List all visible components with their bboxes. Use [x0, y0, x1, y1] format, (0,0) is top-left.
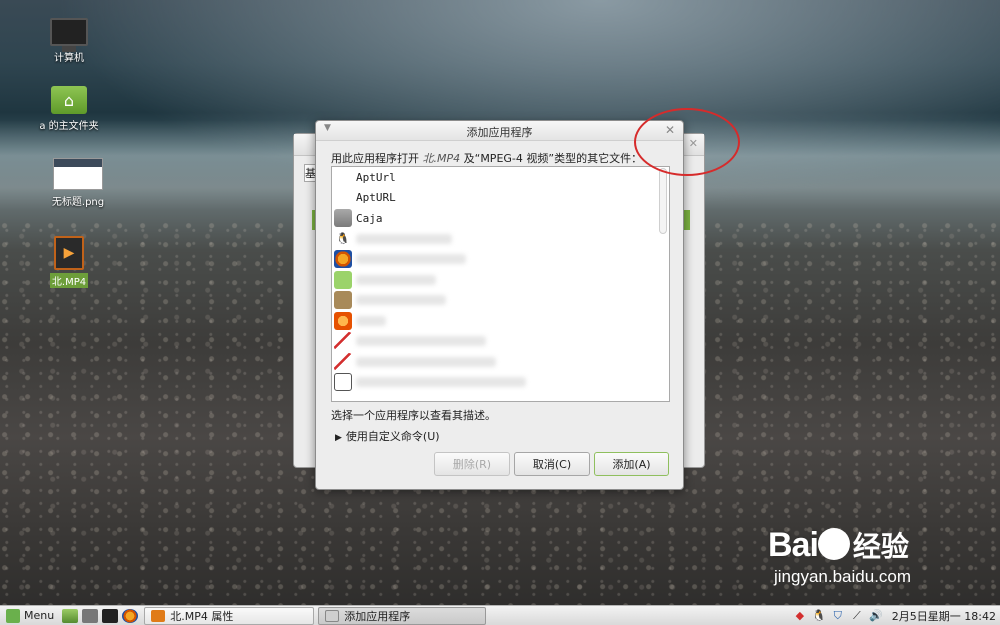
- paw-icon: [817, 528, 850, 560]
- list-item[interactable]: [332, 352, 669, 373]
- blurred-app-name: [356, 233, 452, 244]
- update-manager-icon[interactable]: ◆: [793, 609, 807, 623]
- file-manager-icon[interactable]: [82, 608, 99, 623]
- shield-icon[interactable]: ⛉: [831, 609, 845, 623]
- annotation-circle: [634, 108, 740, 176]
- folder-icon: [334, 209, 352, 228]
- list-item[interactable]: AptUrl: [332, 167, 669, 188]
- editor-icon: [334, 352, 352, 371]
- prompt-suffix: 及“MPEG-4 视频”类型的其它文件：: [460, 152, 643, 165]
- media-player-icon: [334, 311, 352, 330]
- desktop-icon-label: 北.MP4: [49, 273, 89, 288]
- app-name: Caja: [356, 211, 383, 225]
- task-label: 北.MP4 属性: [170, 609, 234, 623]
- menu-label: Menu: [24, 609, 55, 622]
- selection-hint: 选择一个应用程序以查看其描述。: [331, 409, 496, 422]
- taskbar-item-properties[interactable]: 北.MP4 属性: [144, 606, 315, 625]
- list-item[interactable]: [332, 270, 669, 291]
- blurred-app-name: [356, 315, 386, 326]
- blurred-app-name: [356, 254, 466, 265]
- blurred-app-name: [356, 377, 526, 388]
- desktop-icon-home[interactable]: ⌂ a 的主文件夹: [29, 86, 109, 132]
- expander-arrow-icon: ▶: [335, 433, 342, 443]
- dialog-title: 添加应用程序: [466, 126, 533, 139]
- blank-icon: [334, 189, 352, 207]
- list-item[interactable]: [332, 372, 669, 393]
- desktop-icon-label: 无标题.png: [51, 197, 105, 208]
- app-name: AptUrl: [356, 170, 396, 184]
- list-item[interactable]: Caja: [332, 208, 669, 229]
- remove-button[interactable]: 删除(R): [434, 452, 510, 476]
- watermark-brand: Bai: [768, 526, 819, 564]
- clock[interactable]: 2月5日星期一 18:42: [892, 608, 996, 624]
- image-file-icon: [53, 158, 103, 190]
- installer-icon: [334, 270, 352, 289]
- blurred-app-name: [356, 295, 446, 306]
- add-button[interactable]: 添加(A): [594, 452, 669, 476]
- desktop-icon-computer[interactable]: 计算机: [29, 18, 109, 64]
- list-item[interactable]: [332, 290, 669, 311]
- mint-logo-icon: [6, 608, 20, 623]
- menu-button[interactable]: Menu: [0, 606, 60, 625]
- blurred-app-name: [356, 356, 496, 367]
- application-list[interactable]: AptUrl AptURL Caja 🐧: [331, 166, 670, 402]
- dialog-titlebar[interactable]: ▼ 添加应用程序 ✕: [316, 121, 683, 141]
- window-icon: [325, 609, 340, 622]
- prompt-prefix: 用此应用程序打开: [331, 152, 423, 165]
- custom-command-label: 使用自定义命令(U): [345, 430, 440, 443]
- watermark-brand-suffix: 经验: [852, 530, 909, 563]
- cancel-button[interactable]: 取消(C): [514, 452, 590, 476]
- archive-icon: [334, 291, 352, 310]
- task-label: 添加应用程序: [344, 609, 411, 623]
- list-item[interactable]: [332, 331, 669, 352]
- linux-penguin-icon[interactable]: 🐧: [812, 609, 826, 623]
- desktop-icon-video[interactable]: ▶ 北.MP4: [29, 236, 109, 288]
- gimp-icon: [334, 332, 352, 351]
- taskbar-item-add-application[interactable]: 添加应用程序: [318, 606, 487, 625]
- show-desktop-icon[interactable]: [62, 608, 79, 623]
- video-file-icon: [151, 609, 166, 622]
- terminal-icon[interactable]: [102, 608, 119, 623]
- desktop-icon-label: a 的主文件夹: [39, 121, 99, 132]
- app-name: AptURL: [356, 191, 396, 205]
- volume-icon[interactable]: 🔊: [869, 609, 883, 623]
- document-icon: [334, 373, 352, 392]
- list-item[interactable]: AptURL: [332, 188, 669, 209]
- system-tray: ◆ 🐧 ⛉ ⟋ 🔊 2月5日星期一 18:42: [793, 608, 1000, 624]
- dialog-prompt: 用此应用程序打开 北.MP4 及“MPEG-4 视频”类型的其它文件：: [331, 150, 642, 166]
- taskbar: Menu 北.MP4 属性 添加应用程序 ◆ 🐧 ⛉ ⟋ 🔊 2月5日星期一 1…: [0, 605, 1000, 625]
- prompt-file-name: 北.MP4: [422, 152, 461, 165]
- video-file-icon: ▶: [54, 236, 84, 270]
- custom-command-expander[interactable]: ▶ 使用自定义命令(U): [335, 428, 440, 444]
- blurred-app-name: [356, 274, 436, 285]
- desktop-icon-image[interactable]: 无标题.png: [38, 158, 118, 208]
- list-item[interactable]: [332, 311, 669, 332]
- computer-icon: [50, 18, 88, 52]
- linux-penguin-icon: 🐧: [334, 229, 352, 248]
- list-item[interactable]: [332, 249, 669, 270]
- firefox-icon: [334, 250, 352, 269]
- blurred-app-name: [356, 336, 486, 347]
- network-icon[interactable]: ⟋: [850, 609, 864, 623]
- add-application-dialog: ▼ 添加应用程序 ✕ 用此应用程序打开 北.MP4 及“MPEG-4 视频”类型…: [315, 120, 684, 490]
- baidu-watermark: Bai 经验 jingyan.baidu.com: [768, 525, 911, 587]
- firefox-icon[interactable]: [122, 608, 139, 623]
- list-scrollbar[interactable]: [659, 168, 667, 234]
- watermark-url: jingyan.baidu.com: [774, 567, 912, 586]
- list-item[interactable]: 🐧: [332, 229, 669, 250]
- home-folder-icon: ⌂: [51, 86, 87, 114]
- blank-icon: [334, 168, 352, 186]
